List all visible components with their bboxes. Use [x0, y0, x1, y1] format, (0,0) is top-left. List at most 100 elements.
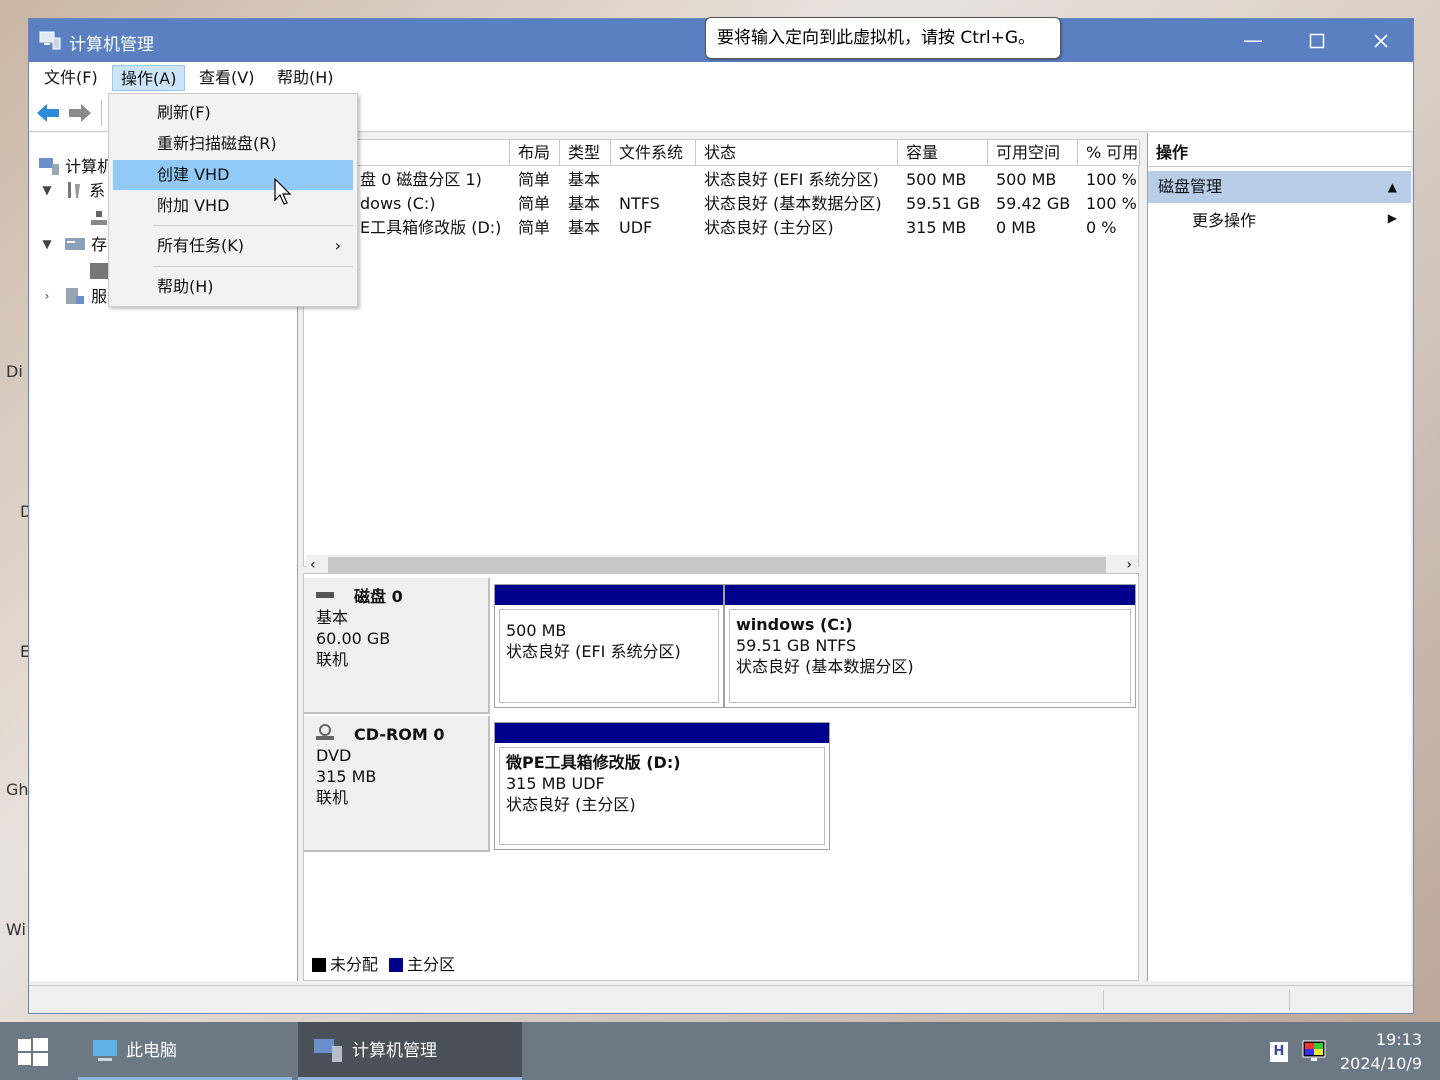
tree-label: 系 — [89, 181, 106, 200]
menu-file[interactable]: 文件(F) — [36, 65, 106, 91]
status-bar — [29, 985, 1413, 1013]
legend-swatch-unallocated — [312, 958, 326, 972]
partition-body: 微PE工具箱修改版 (D:) 315 MB UDF 状态良好 (主分区) — [499, 747, 825, 845]
legend-primary: 主分区 — [407, 955, 456, 974]
chevron-down-icon[interactable]: ▼ — [40, 237, 54, 251]
tree-label: 存 — [91, 235, 108, 254]
computer-management-icon — [39, 31, 61, 50]
table-row[interactable]: E工具箱修改版 (D:) 简单 基本 UDF 状态良好 (主分区) 315 MB… — [304, 216, 1140, 240]
menu-bar: 文件(F) 操作(A) 查看(V) 帮助(H) — [29, 62, 1413, 94]
cell-volume: E工具箱修改版 (D:) — [360, 218, 502, 237]
table-row[interactable]: dows (C:) 简单 基本 NTFS 状态良好 (基本数据分区) 59.51… — [304, 192, 1140, 216]
partition-d[interactable]: 微PE工具箱修改版 (D:) 315 MB UDF 状态良好 (主分区) — [494, 722, 830, 850]
tree-item-system-tools[interactable]: 系 — [64, 179, 105, 203]
partition-title: windows (C:) — [736, 615, 853, 634]
tooltip-text: 要将输入定向到此虚拟机，请按 Ctrl+G。 — [717, 28, 1036, 48]
ime-indicator-icon[interactable]: H — [1270, 1042, 1288, 1062]
partition-body: 500 MB 状态良好 (EFI 系统分区) — [499, 609, 719, 703]
display-settings-icon[interactable] — [1302, 1040, 1326, 1062]
taskbar-item-this-pc[interactable]: 此电脑 — [78, 1022, 292, 1080]
tree-item-services[interactable]: 服 — [64, 285, 107, 309]
windows-logo-icon — [18, 1038, 48, 1066]
start-button[interactable] — [18, 1038, 48, 1070]
column-header-free-space[interactable]: 可用空间 — [988, 140, 1078, 166]
disk-state: 联机 — [316, 650, 349, 669]
horizontal-scrollbar[interactable]: ‹ › — [306, 555, 1138, 575]
taskbar-label: 此电脑 — [126, 1041, 177, 1061]
menu-help[interactable]: 帮助(H) — [269, 65, 342, 91]
menu-item-label: 所有任务(K) — [157, 236, 244, 255]
cell-free: 500 MB — [996, 170, 1057, 189]
actions-pane: 操作 磁盘管理 ▲ 更多操作 ▶ — [1147, 133, 1411, 981]
computer-management-icon — [314, 1039, 342, 1062]
clock-time: 19:13 — [1375, 1030, 1422, 1049]
column-header-filesystem[interactable]: 文件系统 — [611, 140, 696, 166]
column-header-percent-free[interactable]: % 可用 — [1078, 140, 1140, 166]
more-actions-item[interactable]: 更多操作 — [1192, 207, 1256, 235]
system-clock[interactable]: 19:13 2024/10/9 — [1340, 1028, 1422, 1076]
hard-disk-icon — [316, 592, 334, 598]
partition-c[interactable]: windows (C:) 59.51 GB NTFS 状态良好 (基本数据分区) — [724, 584, 1136, 708]
toolbar-separator — [101, 100, 102, 126]
disk-size: 315 MB — [316, 767, 377, 786]
computer-icon — [93, 1040, 117, 1061]
scroll-right-icon[interactable]: › — [1126, 555, 1132, 575]
actions-section-disk-management[interactable]: 磁盘管理 ▲ — [1148, 171, 1411, 203]
center-pane: 布局 类型 文件系统 状态 容量 可用空间 % 可用 盘 0 磁盘分区 1) 简… — [303, 133, 1141, 981]
chevron-right-icon[interactable]: ▶ — [1388, 211, 1397, 225]
desktop-label: Di — [6, 362, 23, 381]
disk-type: 基本 — [316, 608, 349, 627]
menu-separator — [153, 225, 353, 226]
partition-size: 500 MB — [506, 621, 567, 640]
taskbar-item-computer-management[interactable]: 计算机管理 — [298, 1022, 522, 1080]
tree-item-computer[interactable]: 计算机 — [38, 155, 113, 179]
disk-name: CD-ROM 0 — [354, 725, 445, 744]
partition-efi[interactable]: 500 MB 状态良好 (EFI 系统分区) — [494, 584, 724, 708]
forward-arrow-icon[interactable] — [67, 102, 93, 124]
chevron-right-icon[interactable]: › — [40, 289, 54, 303]
more-actions-label: 更多操作 — [1192, 211, 1257, 230]
cell-fs: UDF — [619, 218, 653, 237]
column-header-status[interactable]: 状态 — [696, 140, 898, 166]
action-menu-dropdown: 刷新(F) 重新扫描磁盘(R) 创建 VHD 附加 VHD 所有任务(K) › … — [108, 93, 358, 307]
column-header-type[interactable]: 类型 — [560, 140, 611, 166]
desktop-icons-strip: Di D E Gh Wi — [0, 0, 32, 1020]
scroll-left-icon[interactable]: ‹ — [310, 555, 316, 575]
menu-item-refresh[interactable]: 刷新(F) — [113, 98, 353, 128]
cell-pct: 100 % — [1086, 194, 1137, 213]
cell-type: 基本 — [568, 194, 601, 213]
cdrom-0-info[interactable]: CD-ROM 0 DVD 315 MB 联机 — [304, 716, 490, 852]
scrollbar-thumb[interactable] — [328, 557, 1106, 573]
vm-input-tooltip: 要将输入定向到此虚拟机，请按 Ctrl+G。 — [705, 17, 1061, 59]
partition-size: 315 MB UDF — [506, 774, 605, 793]
back-arrow-icon[interactable] — [35, 102, 61, 124]
disk-name: 磁盘 0 — [354, 587, 403, 606]
tree-item-storage[interactable]: 存 — [64, 233, 107, 257]
minimize-button[interactable]: — — [1221, 19, 1285, 62]
close-button[interactable] — [1349, 19, 1413, 62]
column-header-layout[interactable]: 布局 — [510, 140, 560, 166]
menu-view[interactable]: 查看(V) — [191, 65, 262, 91]
maximize-button[interactable] — [1285, 19, 1349, 62]
disk-0-info[interactable]: 磁盘 0 基本 60.00 GB 联机 — [304, 578, 490, 714]
chevron-down-icon[interactable]: ▼ — [40, 183, 54, 197]
menu-item-rescan-disks[interactable]: 重新扫描磁盘(R) — [113, 129, 353, 159]
collapse-up-icon[interactable]: ▲ — [1388, 171, 1397, 203]
menu-item-help[interactable]: 帮助(H) — [113, 272, 353, 302]
column-header-capacity[interactable]: 容量 — [898, 140, 988, 166]
partition-status: 状态良好 (主分区) — [506, 795, 636, 814]
menu-item-attach-vhd[interactable]: 附加 VHD — [113, 191, 353, 221]
cell-layout: 简单 — [518, 170, 551, 189]
cell-free: 59.42 GB — [996, 194, 1071, 213]
clock-date: 2024/10/9 — [1339, 1054, 1422, 1073]
mouse-cursor-icon — [274, 178, 292, 205]
close-icon — [1374, 34, 1388, 48]
menu-item-create-vhd[interactable]: 创建 VHD — [113, 160, 353, 190]
partition-body: windows (C:) 59.51 GB NTFS 状态良好 (基本数据分区) — [729, 609, 1131, 703]
table-row[interactable]: 盘 0 磁盘分区 1) 简单 基本 状态良好 (EFI 系统分区) 500 MB… — [304, 168, 1140, 192]
cell-capacity: 500 MB — [906, 170, 967, 189]
volume-list: 布局 类型 文件系统 状态 容量 可用空间 % 可用 盘 0 磁盘分区 1) 简… — [303, 139, 1140, 575]
menu-action[interactable]: 操作(A) — [112, 65, 186, 91]
menu-item-all-tasks[interactable]: 所有任务(K) › — [113, 231, 353, 261]
disk-management-icon[interactable] — [90, 263, 108, 279]
